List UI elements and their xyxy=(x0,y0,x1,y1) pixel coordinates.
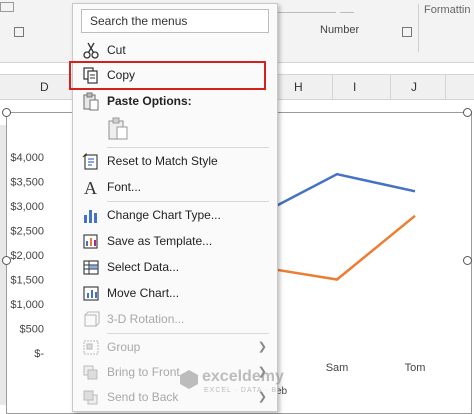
copy-highlight-box xyxy=(69,61,266,90)
menu-item-paste-options: Paste Options: xyxy=(73,89,277,114)
menu-label: Change Chart Type... xyxy=(107,208,221,222)
paste-icon xyxy=(83,92,99,111)
menu-label: Select Data... xyxy=(107,260,180,274)
menu-item-select-data[interactable]: Select Data... xyxy=(73,255,277,280)
y-tick-label: $500 xyxy=(20,324,44,336)
svg-text:A: A xyxy=(84,178,97,197)
exceldemy-watermark: exceldemy EXCEL · DATA · BI xyxy=(178,368,284,394)
x-tick-label: Sam xyxy=(326,362,349,374)
menu-label: Reset to Match Style xyxy=(107,154,218,168)
y-tick-label: $3,000 xyxy=(10,201,44,213)
y-tick-label: $2,500 xyxy=(10,226,44,238)
menu-search-placeholder: Search the menus xyxy=(90,14,188,28)
series-line-1[interactable] xyxy=(275,172,416,208)
submenu-arrow-icon: ❯ xyxy=(257,341,267,353)
menu-label: Send to Back xyxy=(107,390,179,404)
y-tick-label: $2,000 xyxy=(10,250,44,262)
reset-style-icon xyxy=(82,152,98,170)
y-tick-label: $- xyxy=(34,348,44,360)
resize-handle[interactable] xyxy=(2,256,11,265)
menu-label: Font... xyxy=(107,180,142,194)
menu-item-change-chart-type[interactable]: Change Chart Type... xyxy=(73,203,277,228)
watermark-text: exceldemy xyxy=(202,368,284,385)
y-tick-label: $1,000 xyxy=(10,299,44,311)
resize-handle[interactable] xyxy=(463,256,472,265)
menu-separator xyxy=(107,147,269,148)
rotation-icon xyxy=(84,311,100,327)
font-icon: A xyxy=(84,178,97,197)
y-tick-label: $4,000 xyxy=(10,152,44,164)
y-tick-label: $3,500 xyxy=(10,177,44,189)
select-data-icon xyxy=(83,260,99,275)
menu-item-save-template[interactable]: Save as Template... xyxy=(73,229,277,254)
menu-label: Move Chart... xyxy=(107,286,180,300)
menu-label: Group xyxy=(107,340,141,354)
y-tick-label: $1,500 xyxy=(10,275,44,287)
menu-label: Paste Options: xyxy=(107,94,192,108)
bring-front-icon xyxy=(83,365,98,380)
menu-label: Cut xyxy=(107,43,126,57)
group-icon xyxy=(83,340,99,355)
x-tick-label: Tom xyxy=(405,362,426,374)
send-back-icon xyxy=(83,390,98,405)
menu-item-group[interactable]: Group ❯ xyxy=(73,335,277,360)
paste-option-icon[interactable] xyxy=(107,117,129,141)
menu-item-3d-rotation[interactable]: 3-D Rotation... xyxy=(73,307,277,332)
menu-item-reset-style[interactable]: Reset to Match Style xyxy=(73,149,277,174)
menu-item-font[interactable]: A Font... xyxy=(73,175,277,200)
move-chart-icon xyxy=(83,286,99,301)
series-line-2[interactable] xyxy=(275,214,416,281)
menu-label: 3-D Rotation... xyxy=(107,312,185,326)
context-menu: Search the menus Cut Copy Paste Options: xyxy=(69,3,278,412)
resize-handle[interactable] xyxy=(2,108,11,117)
menu-label: Bring to Front xyxy=(107,365,180,379)
watermark-tagline: EXCEL · DATA · BI xyxy=(204,387,280,394)
menu-label: Save as Template... xyxy=(107,234,213,248)
menu-separator xyxy=(107,201,269,202)
exceldemy-logo-icon xyxy=(180,370,198,389)
resize-handle[interactable] xyxy=(463,108,472,117)
chart-type-icon xyxy=(84,210,97,223)
save-template-icon xyxy=(83,234,98,249)
scissors-icon xyxy=(83,42,99,59)
menu-separator xyxy=(107,333,269,334)
menu-search-input[interactable]: Search the menus xyxy=(81,9,269,33)
menu-item-move-chart[interactable]: Move Chart... xyxy=(73,281,277,306)
menu-item-cut[interactable]: Cut xyxy=(73,38,277,63)
